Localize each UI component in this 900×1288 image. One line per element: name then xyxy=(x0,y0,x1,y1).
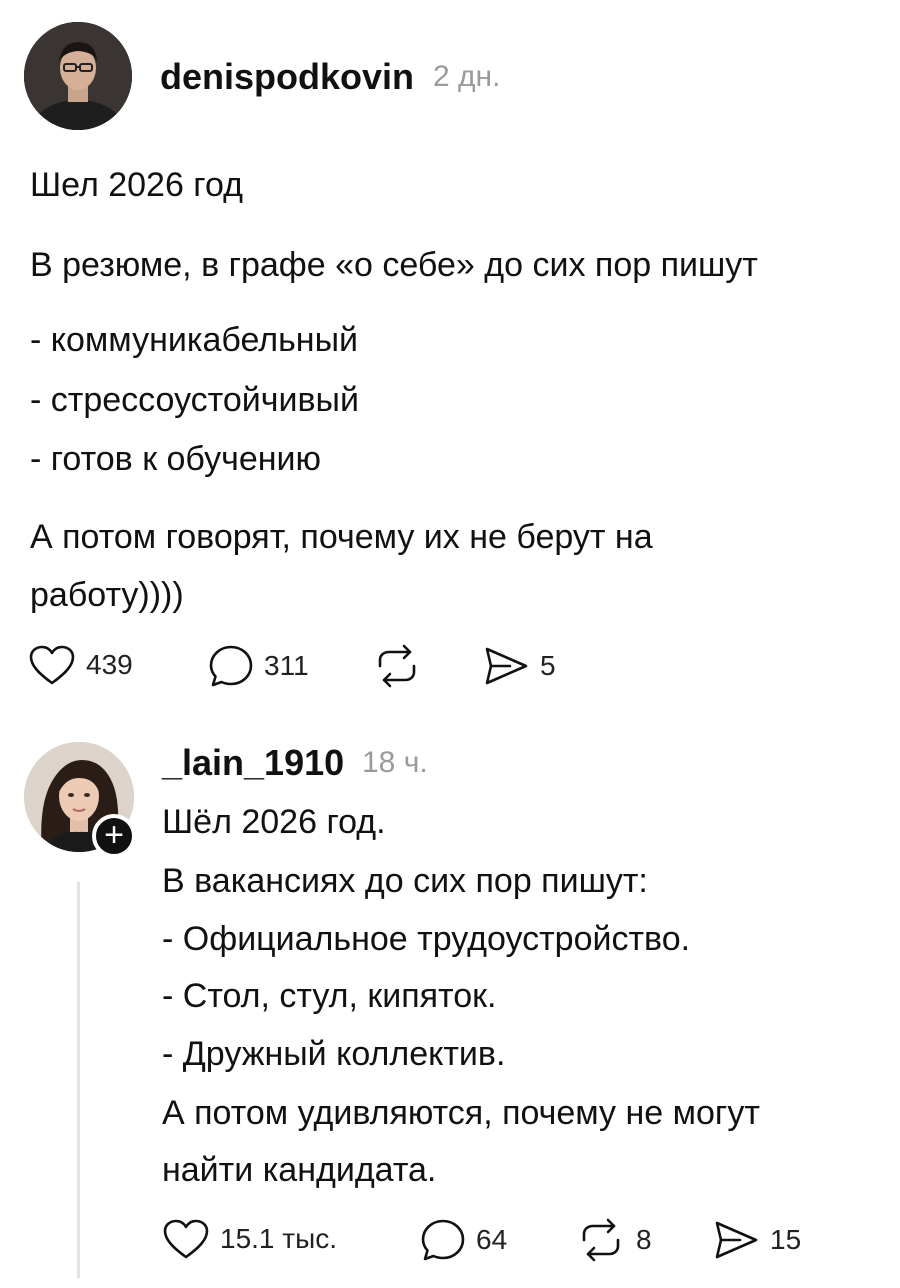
share-button[interactable]: 5 xyxy=(482,644,556,688)
post-text-line: Шел 2026 год xyxy=(30,166,243,204)
follow-button[interactable]: + xyxy=(92,814,136,858)
reply-text-line: найти кандидата. xyxy=(162,1151,437,1189)
speech-bubble-icon xyxy=(421,1219,465,1261)
speech-bubble-icon xyxy=(209,645,253,687)
repost-arrows-icon xyxy=(582,1218,620,1262)
comment-count: 311 xyxy=(264,650,309,681)
reply-repost-button[interactable]: 8 xyxy=(576,1218,652,1262)
thread-connector-line xyxy=(77,882,80,1278)
reply-comment-button[interactable]: 64 xyxy=(420,1218,507,1262)
reply-timestamp: 18 ч. xyxy=(362,746,428,779)
post-text-line: - коммуникабельный xyxy=(30,321,358,359)
comment-button[interactable]: 311 xyxy=(208,644,309,688)
reply-share-button[interactable]: 15 xyxy=(712,1218,801,1262)
reply-comment-count: 64 xyxy=(476,1224,508,1255)
avatar-portrait-icon xyxy=(24,22,132,130)
reply-repost-count: 8 xyxy=(636,1224,652,1255)
paper-plane-icon xyxy=(485,647,528,685)
repost-arrows-icon xyxy=(378,644,416,688)
like-button[interactable]: 439 xyxy=(28,644,133,686)
reply-text-line: - Стол, стул, кипяток. xyxy=(162,977,497,1015)
paper-plane-icon xyxy=(715,1221,758,1259)
author-avatar[interactable] xyxy=(24,22,132,130)
heart-icon xyxy=(29,645,75,685)
post-text-line: А потом говорят, почему их не берут на xyxy=(30,518,653,556)
reply-like-button[interactable]: 15.1 тыс. xyxy=(162,1218,337,1260)
author-username[interactable]: denispodkovin xyxy=(160,56,414,98)
post-timestamp: 2 дн. xyxy=(433,60,501,93)
like-count: 439 xyxy=(86,649,133,680)
reply-author-username[interactable]: _lain_1910 xyxy=(162,742,344,784)
reply-text-line: Шёл 2026 год. xyxy=(162,803,386,841)
post-text-line: - стрессоустойчивый xyxy=(30,381,359,419)
reply-text-line: - Дружный коллектив. xyxy=(162,1035,506,1073)
reply-like-count: 15.1 тыс. xyxy=(220,1223,338,1254)
heart-icon xyxy=(163,1219,209,1259)
reply-share-count: 15 xyxy=(770,1224,802,1255)
post-text-line: - готов к обучению xyxy=(30,440,322,478)
reply-text-line: В вакансиях до сих пор пишут: xyxy=(162,862,648,900)
post-text-line: работу)))) xyxy=(30,576,184,614)
reply-text-line: А потом удивляются, почему не могут xyxy=(162,1094,760,1132)
share-count: 5 xyxy=(540,650,556,681)
reply-text-line: - Официальное трудоустройство. xyxy=(162,920,691,958)
post-text-line: В резюме, в графе «о себе» до сих пор пи… xyxy=(30,246,758,284)
repost-button[interactable] xyxy=(372,644,432,688)
